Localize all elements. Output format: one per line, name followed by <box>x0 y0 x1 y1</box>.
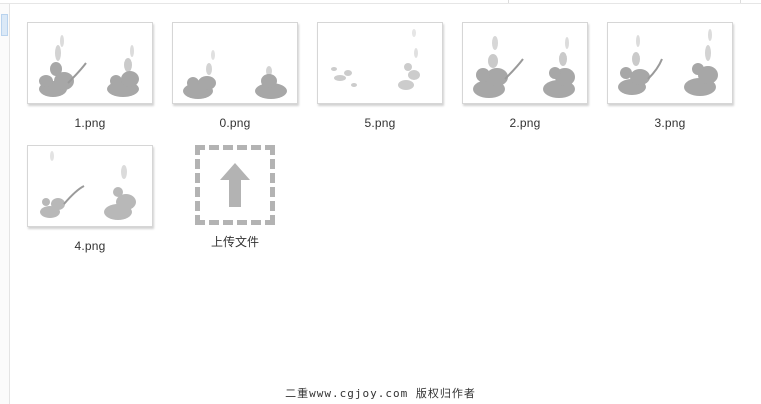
file-tile-1png[interactable]: 1.png <box>27 22 153 130</box>
file-name-label: 3.png <box>654 116 686 130</box>
file-tile-3png[interactable]: 3.png <box>607 22 733 130</box>
smoke-image-thumbnail <box>40 151 136 220</box>
file-thumbnail[interactable] <box>462 22 588 104</box>
smoke-image-thumbnail <box>618 29 718 96</box>
file-tile-0png[interactable]: 0.png <box>172 22 298 130</box>
file-thumbnail[interactable] <box>317 22 443 104</box>
file-tile-5png[interactable]: 5.png <box>317 22 443 130</box>
file-name-label: 1.png <box>74 116 106 130</box>
smoke-image-thumbnail <box>473 36 575 98</box>
file-tile-4png[interactable]: 4.png <box>27 145 153 253</box>
smoke-image-thumbnail <box>331 29 420 90</box>
toolbar-segment <box>510 0 741 3</box>
upload-label: 上传文件 <box>210 235 259 249</box>
file-thumbnail[interactable] <box>27 22 153 104</box>
file-thumbnail[interactable] <box>172 22 298 104</box>
file-name-label: 4.png <box>74 239 106 253</box>
upload-button[interactable] <box>195 145 275 225</box>
smoke-image-thumbnail <box>39 35 139 97</box>
upload-file-tile[interactable]: 上传文件 <box>172 145 298 250</box>
nav-selection-marker <box>1 14 8 36</box>
top-toolbar-strip <box>0 0 761 4</box>
file-name-label: 2.png <box>509 116 541 130</box>
file-name-label: 5.png <box>364 116 396 130</box>
file-name-label: 0.png <box>219 116 251 130</box>
watermark-text: 二重www.cgjoy.com 版权归作者 <box>285 387 476 400</box>
toolbar-segment <box>0 0 509 3</box>
upload-arrow-icon <box>220 163 250 207</box>
file-thumbnail[interactable] <box>27 145 153 227</box>
file-tile-2png[interactable]: 2.png <box>462 22 588 130</box>
smoke-image-thumbnail <box>183 50 287 99</box>
left-nav-rail[interactable] <box>0 4 10 404</box>
file-thumbnail[interactable] <box>607 22 733 104</box>
file-browser-window: 1.png 0.png 5.png 2.png 3.png 4.png 上传文件… <box>0 0 761 404</box>
